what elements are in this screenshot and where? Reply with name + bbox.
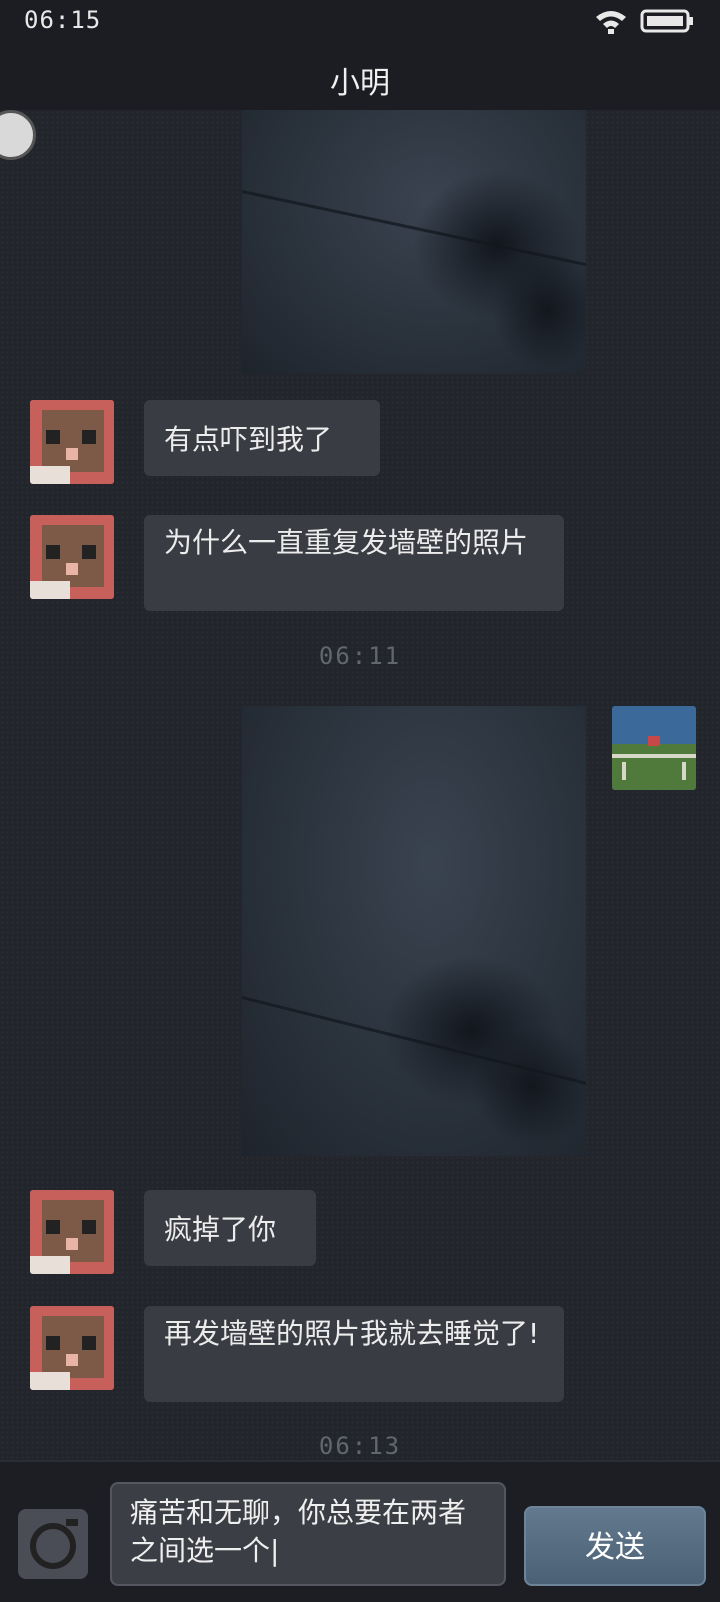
status-time: 06:15 bbox=[24, 6, 102, 34]
timestamp: 06:11 bbox=[318, 642, 402, 670]
input-bar: 痛苦和无聊，你总要在两者之间选一个| 发送 bbox=[0, 1460, 720, 1602]
battery-icon bbox=[640, 9, 693, 33]
my-avatar[interactable] bbox=[612, 706, 696, 790]
received-message-bubble[interactable]: 有点吓到我了 bbox=[144, 400, 380, 476]
received-message-bubble[interactable]: 再发墙壁的照片我就去睡觉了! bbox=[144, 1306, 564, 1402]
chat-header: 小明 bbox=[0, 44, 720, 111]
message-input[interactable]: 痛苦和无聊，你总要在两者之间选一个| bbox=[110, 1482, 506, 1586]
contact-avatar[interactable] bbox=[30, 1306, 114, 1390]
received-message-bubble[interactable]: 为什么一直重复发墙壁的照片 bbox=[144, 515, 564, 611]
chat-area[interactable]: 有点吓到我了 为什么一直重复发墙壁的照片 06:11 疯掉了你 再发墙壁的照片我… bbox=[0, 110, 720, 1460]
message-text: 有点吓到我了 bbox=[164, 423, 333, 456]
sent-photo-wall[interactable] bbox=[242, 706, 586, 1156]
timestamp: 06:13 bbox=[318, 1432, 402, 1460]
camera-icon bbox=[30, 1519, 78, 1569]
contact-avatar[interactable] bbox=[30, 1190, 114, 1274]
message-text: 疯掉了你 bbox=[164, 1213, 277, 1246]
sent-photo-wall[interactable] bbox=[242, 110, 586, 374]
send-button[interactable]: 发送 bbox=[524, 1506, 706, 1586]
received-message-bubble[interactable]: 疯掉了你 bbox=[144, 1190, 316, 1266]
status-bar: 06:15 bbox=[0, 0, 720, 44]
wifi-icon bbox=[596, 11, 626, 34]
chat-title: 小明 bbox=[330, 66, 390, 101]
message-text: 再发墙壁的照片我就去睡觉了! bbox=[164, 1317, 540, 1350]
message-text: 为什么一直重复发墙壁的照片 bbox=[164, 526, 529, 559]
camera-button[interactable] bbox=[18, 1509, 88, 1579]
contact-avatar[interactable] bbox=[30, 400, 114, 484]
contact-avatar[interactable] bbox=[30, 515, 114, 599]
